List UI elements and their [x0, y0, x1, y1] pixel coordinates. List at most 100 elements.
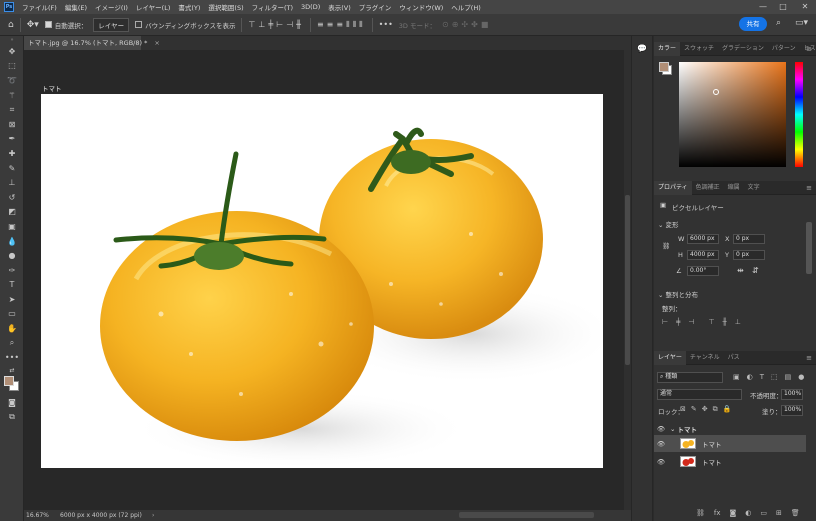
menu-window[interactable]: ウィンドウ(W) — [395, 2, 447, 12]
pen-tool-icon[interactable]: ✑ — [0, 263, 24, 278]
opacity-field[interactable]: 100% — [781, 389, 803, 400]
crop-tool-icon[interactable]: ⌗ — [0, 102, 24, 117]
screen-mode-icon[interactable]: ⧉ — [0, 410, 24, 425]
panel-menu-icon[interactable]: ≡ — [806, 184, 812, 192]
new-group-icon[interactable]: ▭ — [760, 509, 767, 517]
tab-paths[interactable]: パス — [724, 351, 744, 365]
align-middle-icon[interactable]: ╫ — [723, 318, 727, 326]
align-top-icon[interactable]: ⊤ — [708, 318, 714, 326]
tab-gradients[interactable]: グラデーション — [718, 42, 768, 56]
width-field[interactable]: 6000 px — [687, 234, 719, 244]
filter-adjustment-icon[interactable]: ◐ — [747, 373, 753, 381]
add-mask-icon[interactable]: ◙ — [730, 509, 737, 517]
brush-tool-icon[interactable]: ✎ — [0, 161, 24, 176]
menu-view[interactable]: 表示(V) — [324, 2, 355, 12]
type-tool-icon[interactable]: T — [0, 278, 24, 293]
fill-field[interactable]: 100% — [781, 405, 803, 416]
align-section-header[interactable]: ⌄ 整列と分布 — [658, 289, 698, 299]
foreground-color-swatch[interactable] — [4, 376, 14, 387]
visibility-eye-icon[interactable]: 👁 — [654, 440, 668, 448]
zoom-tool-icon[interactable]: ⌕ — [0, 336, 24, 351]
menu-select[interactable]: 選択範囲(S) — [204, 2, 247, 12]
delete-layer-icon[interactable]: 🗑 — [791, 509, 800, 517]
magic-wand-tool-icon[interactable]: ⚚ — [0, 88, 24, 103]
more-options-icon[interactable]: ••• — [379, 20, 393, 29]
horizontal-scrollbar[interactable] — [154, 510, 631, 521]
menu-file[interactable]: ファイル(F) — [18, 2, 61, 12]
menu-plugins[interactable]: プラグイン — [355, 2, 396, 12]
lock-icons-row[interactable]: ⊠ ✎ ✥ ⧉ 🔒 — [680, 405, 731, 414]
move-tool-icon[interactable]: ✥ — [0, 44, 24, 59]
x-field[interactable]: 0 px — [733, 234, 765, 244]
chevron-down-icon[interactable]: ⌄ — [670, 425, 675, 433]
tab-layers[interactable]: レイヤー — [654, 350, 686, 365]
comments-icon[interactable]: 💬 — [637, 44, 647, 53]
layer-row[interactable]: 👁 トマト — [654, 453, 806, 470]
tab-swatches[interactable]: スウォッチ — [680, 42, 718, 56]
tab-channels[interactable]: チャンネル — [686, 351, 724, 365]
filter-type-icon[interactable]: T — [760, 373, 764, 381]
home-icon[interactable]: ⌂ — [8, 20, 14, 30]
tab-properties[interactable]: プロパティ — [654, 180, 692, 195]
auto-select-checkbox[interactable]: 自動選択： — [44, 20, 87, 30]
frame-tool-icon[interactable]: ⊠ — [0, 117, 24, 132]
layer-filter-icons[interactable]: ▣ ◐ T ⬚ ▤ ● — [733, 373, 804, 381]
color-picker-cursor[interactable] — [713, 89, 719, 95]
menu-image[interactable]: イメージ(I) — [91, 2, 132, 12]
quick-mask-icon[interactable]: ◙ — [0, 395, 24, 410]
filter-toggle-icon[interactable]: ● — [798, 373, 804, 381]
close-tab-icon[interactable]: × — [154, 39, 159, 47]
move-tool-preset-icon[interactable]: ✥▾ — [27, 20, 39, 30]
filter-smart-icon[interactable]: ▤ — [785, 373, 792, 381]
color-picker-field[interactable] — [679, 62, 786, 167]
history-brush-tool-icon[interactable]: ↺ — [0, 190, 24, 205]
document-tab[interactable]: トマト.jpg @ 16.7% (トマト, RGB/8) * × — [24, 36, 160, 50]
flip-horizontal-icon[interactable]: ⇹ — [737, 266, 744, 275]
filter-shape-icon[interactable]: ⬚ — [771, 373, 778, 381]
bounding-box-checkbox[interactable]: バウンディングボックスを表示 — [135, 20, 235, 30]
tab-color[interactable]: カラー — [654, 41, 681, 56]
gradient-tool-icon[interactable]: ▣ — [0, 219, 24, 234]
menu-edit[interactable]: 編集(E) — [61, 2, 91, 12]
layer-style-icon[interactable]: fx — [714, 509, 721, 517]
lock-pixels-icon[interactable]: ✎ — [691, 405, 697, 414]
rectangle-tool-icon[interactable]: ▭ — [0, 307, 24, 322]
align-bottom-icon[interactable]: ⊥ — [735, 318, 741, 326]
lock-transparency-icon[interactable]: ⊠ — [680, 405, 686, 414]
angle-field[interactable]: 0.00° — [687, 266, 719, 276]
layer-row-selected[interactable]: 👁 トマト — [654, 435, 806, 452]
flip-vertical-icon[interactable]: ⇵ — [752, 266, 759, 275]
align-left-icon[interactable]: ⊢ — [662, 318, 668, 326]
lock-position-icon[interactable]: ✥ — [702, 405, 708, 414]
new-layer-icon[interactable]: ⊞ — [776, 509, 782, 517]
align-center-icon[interactable]: ╪ — [676, 318, 680, 326]
panel-menu-icon[interactable]: ≡ — [806, 45, 812, 53]
minimize-button[interactable]: — — [754, 0, 772, 14]
visibility-eye-icon[interactable]: 👁 — [654, 425, 668, 433]
more-tools-icon[interactable]: ••• — [0, 350, 24, 365]
tab-libraries[interactable]: 縮属 — [724, 181, 744, 195]
eraser-tool-icon[interactable]: ◩ — [0, 205, 24, 220]
scroll-thumb[interactable] — [459, 512, 595, 518]
tab-adjustments[interactable]: 色調補正 — [692, 181, 724, 195]
link-layers-icon[interactable]: ⛓ — [696, 509, 705, 517]
hand-tool-icon[interactable]: ✋ — [0, 321, 24, 336]
link-icon[interactable]: ⛓ — [662, 242, 670, 250]
properties-scroll-thumb[interactable] — [806, 222, 812, 274]
tab-patterns[interactable]: パターン — [768, 42, 800, 56]
search-icon[interactable]: ⌕ — [776, 18, 781, 28]
collapse-icon[interactable]: » — [0, 36, 24, 44]
y-field[interactable]: 0 px — [733, 250, 765, 260]
path-selection-tool-icon[interactable]: ➤ — [0, 292, 24, 307]
visibility-eye-icon[interactable]: 👁 — [654, 458, 668, 466]
vertical-scrollbar[interactable] — [624, 50, 631, 510]
share-button[interactable]: 共有 — [739, 17, 767, 31]
healing-brush-tool-icon[interactable]: ✚ — [0, 146, 24, 161]
menu-type[interactable]: 書式(Y) — [174, 2, 204, 12]
artboard-label[interactable]: トマト — [42, 83, 62, 93]
zoom-level[interactable]: 16.67% — [26, 510, 56, 521]
hue-slider[interactable] — [795, 62, 803, 167]
align-icons-row[interactable]: ⊢ ╪ ⊣ ⊤ ╫ ⊥ — [662, 318, 741, 326]
close-window-button[interactable]: ✕ — [796, 0, 814, 14]
blur-tool-icon[interactable]: 💧 — [0, 234, 24, 249]
